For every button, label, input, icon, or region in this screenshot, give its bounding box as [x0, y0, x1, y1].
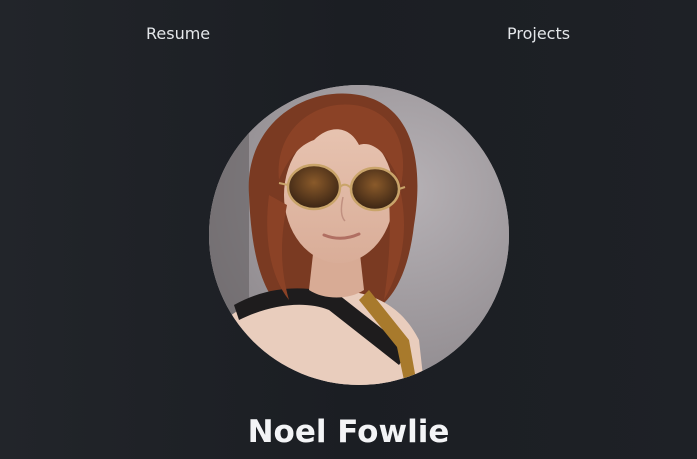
page: Resume Projects Noel Fowlie [0, 0, 697, 459]
top-nav: Resume Projects [0, 22, 697, 46]
profile-photo [209, 85, 509, 385]
nav-link-resume[interactable]: Resume [146, 22, 210, 46]
nav-link-projects[interactable]: Projects [507, 22, 570, 46]
profile-photo-illustration [209, 85, 509, 385]
profile-name: Noel Fowlie [247, 414, 450, 450]
